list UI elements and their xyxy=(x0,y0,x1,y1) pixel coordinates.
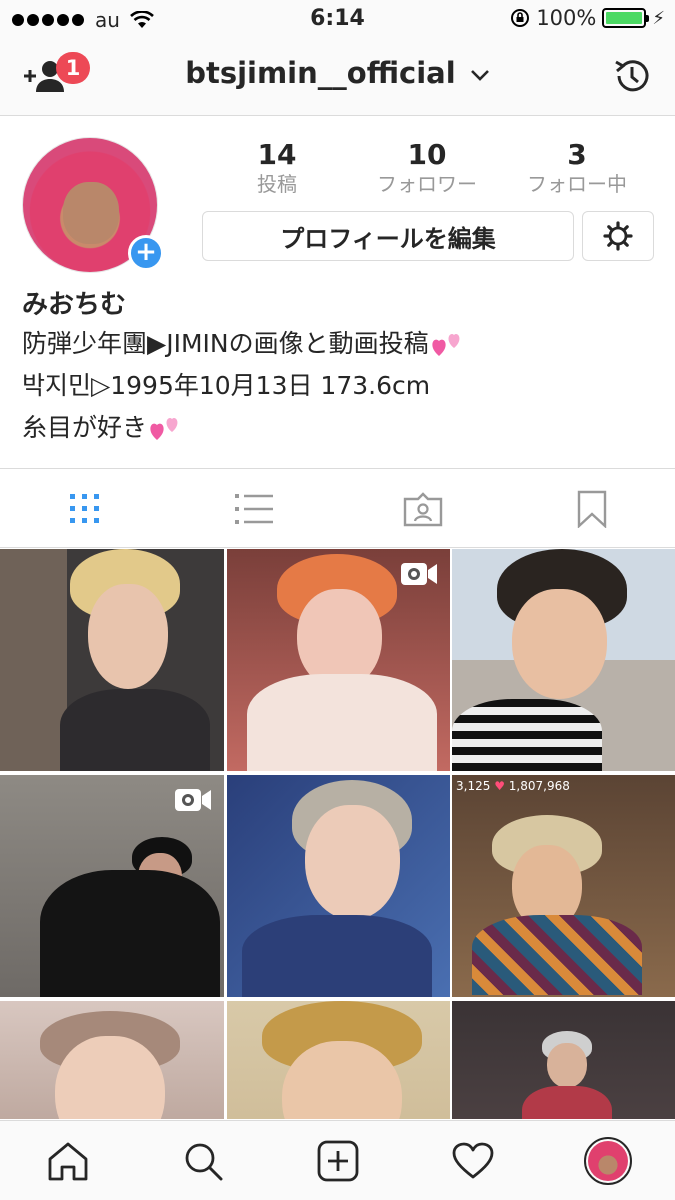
following-label: フォロー中 xyxy=(527,172,627,196)
following-stat[interactable]: 3 フォロー中 xyxy=(502,138,652,196)
add-story-button[interactable]: + xyxy=(128,235,164,271)
grid-post[interactable] xyxy=(452,549,675,771)
bottom-tab-bar xyxy=(0,1120,675,1200)
followers-stat[interactable]: 10 フォロワー xyxy=(352,138,502,196)
home-icon xyxy=(48,1142,87,1181)
grid-icon xyxy=(69,494,99,523)
nav-search[interactable] xyxy=(135,1121,270,1200)
bio-line-1: 防弾少年團▶JIMINの画像と動画投稿 xyxy=(22,324,465,360)
video-icon xyxy=(175,789,211,811)
grid-post[interactable] xyxy=(452,1001,675,1119)
username-switcher[interactable]: btsjimin__official xyxy=(0,56,675,90)
chevron-down-icon xyxy=(470,70,489,81)
posts-count: 14 xyxy=(257,138,297,171)
profile-avatar xyxy=(583,1137,632,1185)
grid-post[interactable]: 3,125 ♥ 1,807,968 xyxy=(452,775,675,997)
two-hearts-icon xyxy=(431,334,460,356)
bookmark-icon xyxy=(577,490,606,528)
grid-post[interactable] xyxy=(0,549,224,771)
profile-tabs xyxy=(0,468,675,548)
heart-icon xyxy=(452,1142,493,1179)
grid-post[interactable] xyxy=(227,549,450,771)
battery-icon xyxy=(602,8,650,28)
edit-profile-button[interactable]: プロフィールを編集 xyxy=(202,211,574,261)
live-heart-count: 1,807,968 xyxy=(508,779,570,793)
gear-icon xyxy=(603,221,633,251)
tab-saved[interactable] xyxy=(507,469,675,549)
grid-post[interactable] xyxy=(227,775,450,997)
plus-icon: + xyxy=(135,237,157,267)
followers-label: フォロワー xyxy=(377,172,477,196)
posts-stat: 14 投稿 xyxy=(202,138,352,196)
list-icon xyxy=(234,494,273,524)
nav-activity[interactable] xyxy=(405,1121,540,1200)
status-bar: au 6:14 100% ⚡ xyxy=(0,0,675,38)
nav-new-post[interactable] xyxy=(270,1121,405,1200)
username-title: btsjimin__official xyxy=(185,56,456,90)
orientation-lock-icon xyxy=(511,9,530,27)
grid-post[interactable] xyxy=(0,1001,224,1119)
search-icon xyxy=(185,1143,222,1181)
bio-line-2: 박지민▷1995年10月13日 173.6cm xyxy=(22,371,431,400)
display-name: みおちむ xyxy=(22,290,127,320)
history-icon xyxy=(615,60,649,92)
battery-percent: 100% xyxy=(536,6,597,30)
live-viewer-count: 3,125 xyxy=(456,779,491,793)
video-icon xyxy=(401,563,437,585)
charging-icon: ⚡ xyxy=(652,7,665,29)
posts-label: 投稿 xyxy=(257,172,297,196)
nav-profile[interactable] xyxy=(540,1121,675,1200)
grid-post[interactable] xyxy=(227,1001,450,1119)
profile-header-bar: 1 btsjimin__official xyxy=(0,38,675,116)
two-hearts-icon xyxy=(150,418,178,440)
following-count: 3 xyxy=(567,138,587,171)
tab-grid[interactable] xyxy=(0,469,169,549)
settings-button[interactable] xyxy=(582,211,654,261)
photo-grid: 3,125 ♥ 1,807,968 xyxy=(0,549,675,1119)
bio-line-3: 糸目が好き xyxy=(22,408,183,444)
battery-area: 100% ⚡ xyxy=(510,6,665,30)
followers-count: 10 xyxy=(407,138,447,171)
tab-tagged[interactable] xyxy=(338,469,507,549)
add-post-icon xyxy=(317,1140,358,1182)
live-stats: 3,125 ♥ 1,807,968 xyxy=(456,779,570,793)
grid-post[interactable] xyxy=(0,775,224,997)
live-heart-icon: ♥ xyxy=(494,779,505,793)
archive-button[interactable] xyxy=(611,56,651,100)
tagged-icon xyxy=(403,492,442,527)
tab-list[interactable] xyxy=(169,469,338,549)
nav-home[interactable] xyxy=(0,1121,135,1200)
